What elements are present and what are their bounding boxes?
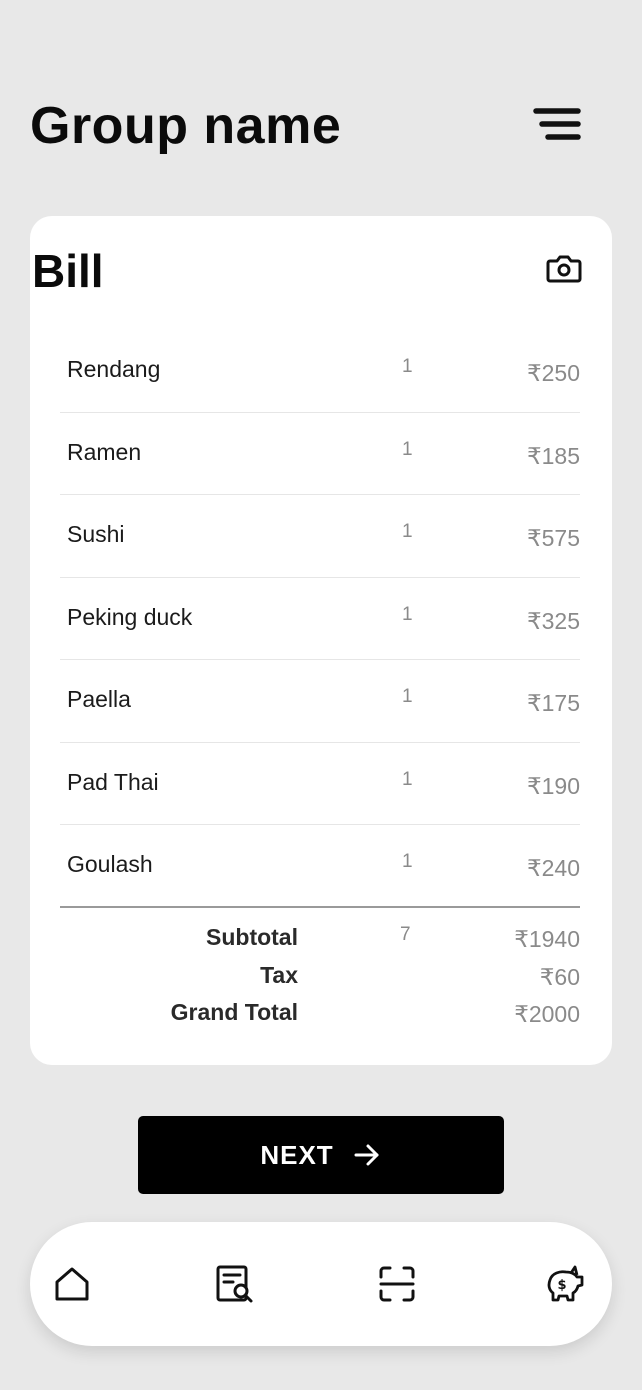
item-name: Peking duck [67, 603, 193, 630]
item-price: ₹185 [526, 442, 580, 469]
piggy-bank-icon[interactable]: $ [542, 1262, 586, 1306]
camera-icon[interactable] [545, 250, 583, 288]
list-item[interactable]: Ramen 1 ₹185 [60, 413, 580, 495]
bottom-nav: $ [30, 1222, 612, 1346]
tax-row: Tax ₹60 [60, 960, 580, 998]
next-button[interactable]: NEXT [138, 1116, 504, 1194]
tax-label: Tax [260, 961, 298, 988]
list-item[interactable]: Rendang 1 ₹250 [60, 330, 580, 413]
list-item[interactable]: Pad Thai 1 ₹190 [60, 743, 580, 825]
grand-total-value: ₹2000 [514, 1001, 580, 1027]
arrow-right-icon [354, 1144, 379, 1166]
item-name: Sushi [67, 521, 125, 547]
subtotal-value: ₹1940 [514, 926, 580, 952]
list-item[interactable]: Sushi 1 ₹575 [60, 495, 580, 578]
receipt-search-icon[interactable] [213, 1262, 257, 1306]
page-title: Group name [30, 97, 342, 155]
item-quantity: 1 [402, 768, 413, 790]
item-quantity: 1 [402, 521, 413, 542]
item-name: Paella [67, 686, 131, 712]
item-price: ₹240 [526, 855, 580, 881]
grand-total-row: Grand Total ₹2000 [60, 997, 580, 1035]
item-price: ₹575 [526, 525, 580, 551]
home-icon[interactable] [50, 1262, 94, 1306]
item-quantity: 1 [402, 438, 413, 460]
tax-value: ₹60 [539, 963, 580, 990]
list-item[interactable]: Goulash 1 ₹240 [60, 825, 580, 908]
bill-title: Bill [32, 245, 104, 297]
item-name: Pad Thai [67, 768, 159, 795]
subtotal-quantity: 7 [400, 924, 411, 945]
bill-items-list: Rendang 1 ₹250 Ramen 1 ₹185 Sushi 1 ₹575… [60, 330, 580, 908]
list-item[interactable]: Paella 1 ₹175 [60, 660, 580, 743]
item-quantity: 1 [402, 851, 413, 872]
bill-totals: Subtotal 7 ₹1940 Tax ₹60 Grand Total ₹20… [60, 922, 580, 1035]
item-name: Goulash [67, 851, 153, 877]
item-quantity: 1 [402, 686, 413, 707]
item-price: ₹325 [526, 607, 580, 634]
item-quantity: 1 [402, 356, 413, 377]
item-name: Ramen [67, 438, 142, 465]
item-price: ₹250 [526, 360, 580, 386]
grand-total-label: Grand Total [170, 999, 298, 1025]
next-button-label: NEXT [260, 1139, 334, 1170]
list-item[interactable]: Peking duck 1 ₹325 [60, 578, 580, 660]
menu-icon[interactable] [532, 106, 582, 146]
item-quantity: 1 [402, 603, 413, 625]
header: Group name [30, 96, 582, 156]
svg-text:$: $ [557, 1278, 566, 1293]
item-price: ₹190 [526, 772, 580, 799]
subtotal-row: Subtotal 7 ₹1940 [60, 922, 580, 960]
item-price: ₹175 [526, 690, 580, 716]
item-name: Rendang [67, 356, 161, 382]
scan-icon[interactable] [375, 1262, 419, 1306]
subtotal-label: Subtotal [206, 924, 298, 950]
